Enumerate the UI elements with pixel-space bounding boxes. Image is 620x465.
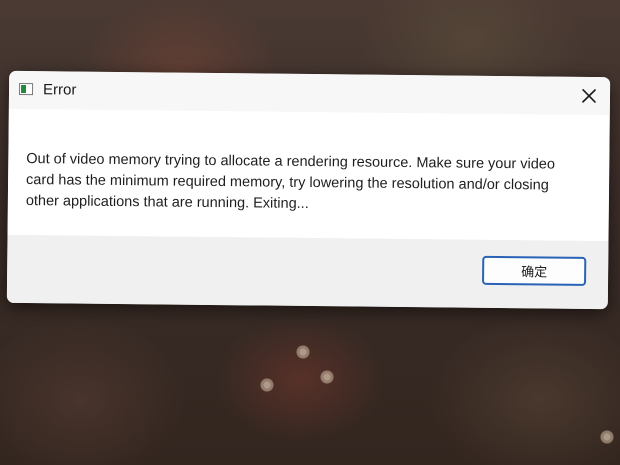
desktop-background: Error Out of video memory trying to allo…	[0, 0, 620, 465]
error-message: Out of video memory trying to allocate a…	[25, 151, 556, 213]
button-bar: 确定	[6, 234, 609, 310]
mural-flower-decoration	[258, 376, 276, 394]
dialog-titlebar[interactable]: Error	[8, 70, 611, 116]
message-area: Out of video memory trying to allocate a…	[7, 108, 610, 242]
dialog-title: Error	[42, 81, 77, 99]
app-window-icon	[18, 82, 34, 96]
ok-button[interactable]: 确定	[482, 255, 587, 286]
mural-flower-decoration	[318, 368, 336, 386]
mural-flower-decoration	[294, 343, 312, 361]
mural-flower-decoration	[598, 428, 616, 446]
app-icon-accent	[21, 84, 27, 94]
close-button[interactable]	[574, 81, 604, 111]
close-icon	[582, 89, 596, 103]
error-dialog: Error Out of video memory trying to allo…	[6, 70, 611, 310]
